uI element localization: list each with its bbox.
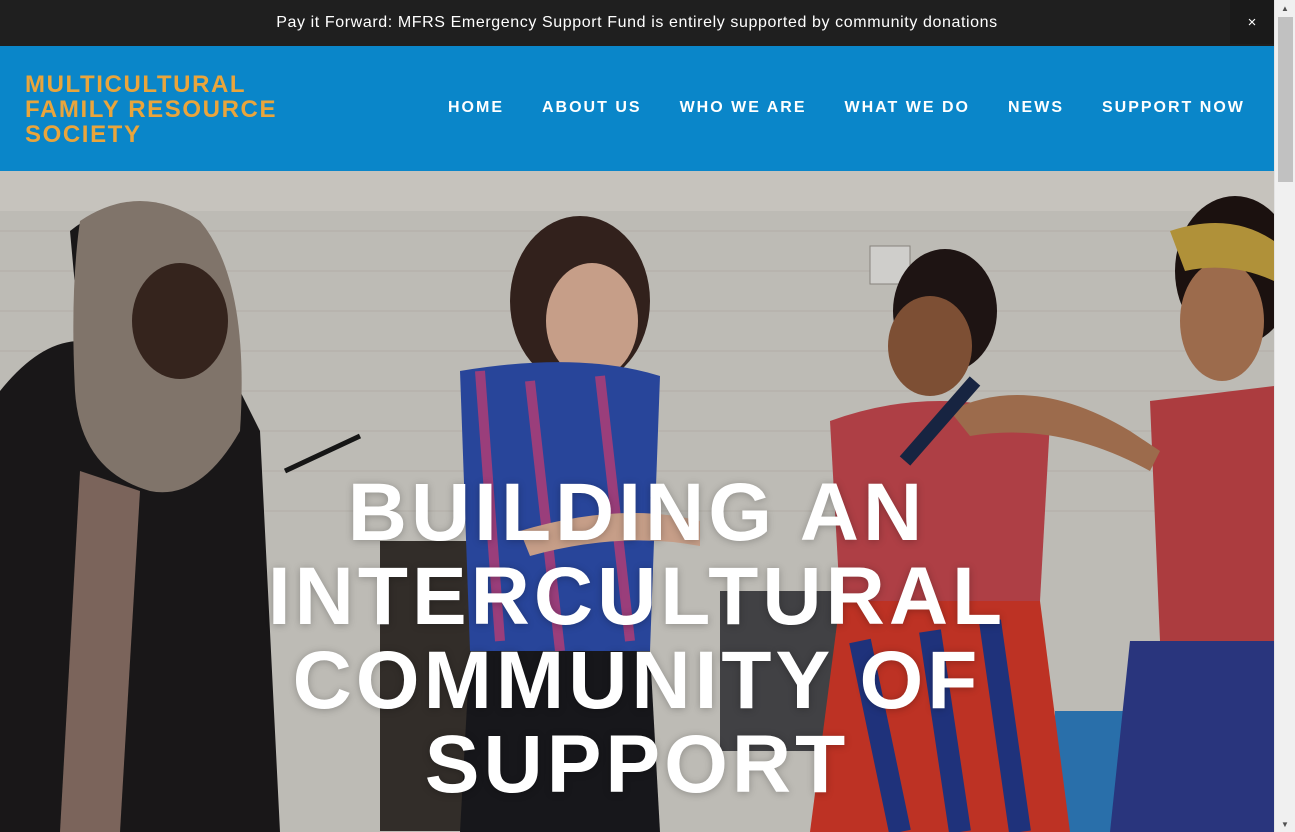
logo-line: MULTICULTURAL (25, 71, 247, 98)
hero-banner: BUILDING AN INTERCULTURAL COMMUNITY OF S… (0, 171, 1274, 832)
close-icon[interactable]: × (1230, 0, 1274, 44)
page: Pay it Forward: MFRS Emergency Support F… (0, 0, 1274, 832)
main-nav: HOME ABOUT US WHO WE ARE WHAT WE DO NEWS… (448, 99, 1245, 117)
scroll-up-icon[interactable]: ▲ (1275, 0, 1295, 16)
site-header: MULTICULTURAL FAMILY RESOURCE SOCIETY HO… (0, 46, 1274, 171)
page-scrollbar[interactable]: ▲ ▼ (1274, 0, 1295, 832)
announcement-bar: Pay it Forward: MFRS Emergency Support F… (0, 0, 1274, 46)
scroll-down-icon[interactable]: ▼ (1275, 816, 1295, 832)
nav-who-we-are[interactable]: WHO WE ARE (680, 99, 807, 117)
site-logo[interactable]: MULTICULTURAL FAMILY RESOURCE SOCIETY (25, 72, 325, 147)
announcement-text: Pay it Forward: MFRS Emergency Support F… (276, 14, 998, 31)
nav-what-we-do[interactable]: WHAT WE DO (845, 99, 970, 117)
nav-support-now[interactable]: SUPPORT NOW (1102, 99, 1245, 117)
hero-title-line: BUILDING AN (347, 467, 927, 558)
hero-title-line: INTERCULTURAL (267, 551, 1007, 642)
nav-news[interactable]: NEWS (1008, 99, 1064, 117)
hero-title: BUILDING AN INTERCULTURAL COMMUNITY OF S… (0, 471, 1274, 807)
nav-about-us[interactable]: ABOUT US (542, 99, 642, 117)
hero-title-line: SUPPORT (424, 719, 850, 810)
nav-home[interactable]: HOME (448, 99, 504, 117)
logo-line: FAMILY RESOURCE (25, 96, 278, 123)
logo-line: SOCIETY (25, 121, 142, 148)
scroll-thumb[interactable] (1278, 17, 1293, 182)
hero-title-line: COMMUNITY OF (292, 635, 982, 726)
